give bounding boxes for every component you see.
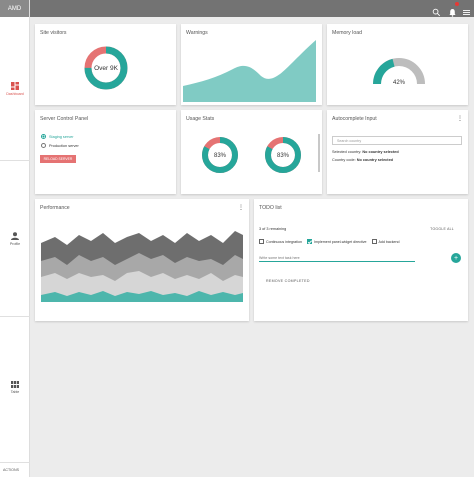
- performance-card: Performance ⋮: [35, 199, 249, 321]
- sidebar: AMD Dashboard Profile Table ACTIONS: [0, 0, 30, 477]
- nav-table[interactable]: Table: [0, 381, 30, 394]
- usage-stats-card: Usage Stats 83% 83%: [181, 110, 322, 194]
- toggle-all-button[interactable]: TOGGLE ALL: [430, 227, 454, 231]
- top-toolbar: [30, 0, 474, 17]
- todo-remaining: 3 of 3 remaining: [259, 227, 287, 231]
- nav-divider: [0, 462, 30, 463]
- new-task-input[interactable]: [259, 255, 415, 262]
- person-icon: [11, 232, 19, 240]
- nav-divider: [0, 316, 30, 317]
- selected-country: Selected country: No country selected: [332, 150, 399, 154]
- autocomplete-card: Autocomplete Input ⋮ Search country Sele…: [327, 110, 468, 194]
- performance-stream-chart: [41, 231, 243, 302]
- more-vert-icon[interactable]: ⋮: [457, 115, 463, 122]
- todo-item[interactable]: Implement panel-widget directive: [306, 239, 367, 244]
- site-visitors-donut: Over 9K: [84, 46, 128, 90]
- search-icon[interactable]: [432, 4, 441, 17]
- country-search-input[interactable]: Search country: [332, 136, 462, 145]
- notification-badge: [455, 2, 459, 6]
- warnings-card: Warnings: [181, 24, 322, 105]
- todo-card: TODO list 3 of 3 remaining TOGGLE ALL Co…: [254, 199, 468, 321]
- card-title: TODO list: [259, 205, 282, 211]
- country-code: Country code: No country selected: [332, 158, 393, 162]
- usage-gauge-1-value: 83%: [214, 153, 227, 159]
- memory-load-gauge: 42%: [373, 58, 425, 86]
- menu-icon[interactable]: [462, 4, 471, 15]
- staging-server-radio[interactable]: Staging server: [41, 134, 73, 139]
- server-control-card: Server Control Panel Staging server Prod…: [35, 110, 176, 194]
- usage-gauge-2-value: 83%: [277, 153, 290, 159]
- todo-items: Continuous integration Implement panel-w…: [259, 239, 400, 244]
- card-title: Autocomplete Input: [332, 116, 377, 122]
- brand-logo[interactable]: AMD: [0, 0, 29, 17]
- nav-dashboard-label: Dashboard: [6, 92, 24, 96]
- todo-item[interactable]: Continuous integration: [259, 239, 302, 244]
- usage-stats-gauges: 83% 83%: [202, 134, 320, 173]
- add-task-button[interactable]: +: [451, 253, 461, 263]
- memory-load-value: 42%: [393, 80, 406, 86]
- nav-profile[interactable]: Profile: [0, 232, 30, 246]
- notifications-icon[interactable]: [448, 2, 459, 17]
- table-icon: [11, 381, 19, 388]
- scrollbar[interactable]: [318, 134, 320, 172]
- nav-dashboard[interactable]: Dashboard: [0, 82, 30, 96]
- card-title: Server Control Panel: [40, 116, 89, 122]
- nav-divider: [0, 160, 30, 161]
- dashboard-icon: [11, 82, 19, 90]
- todo-item[interactable]: Add backend: [371, 239, 400, 244]
- actions-menu[interactable]: ACTIONS: [3, 468, 19, 472]
- nav-profile-label: Profile: [9, 242, 21, 246]
- site-visitors-card: Site visitors Over 9K: [35, 24, 176, 105]
- production-server-radio[interactable]: Production server: [41, 143, 79, 148]
- reload-server-button[interactable]: RELOAD SERVER: [40, 155, 76, 163]
- memory-load-card: Memory load 42%: [327, 24, 468, 105]
- remove-completed-button[interactable]: REMOVE COMPLETED: [266, 279, 310, 283]
- nav-table-label: Table: [10, 390, 20, 394]
- warnings-area-chart: [183, 40, 316, 102]
- site-visitors-value: Over 9K: [94, 65, 119, 72]
